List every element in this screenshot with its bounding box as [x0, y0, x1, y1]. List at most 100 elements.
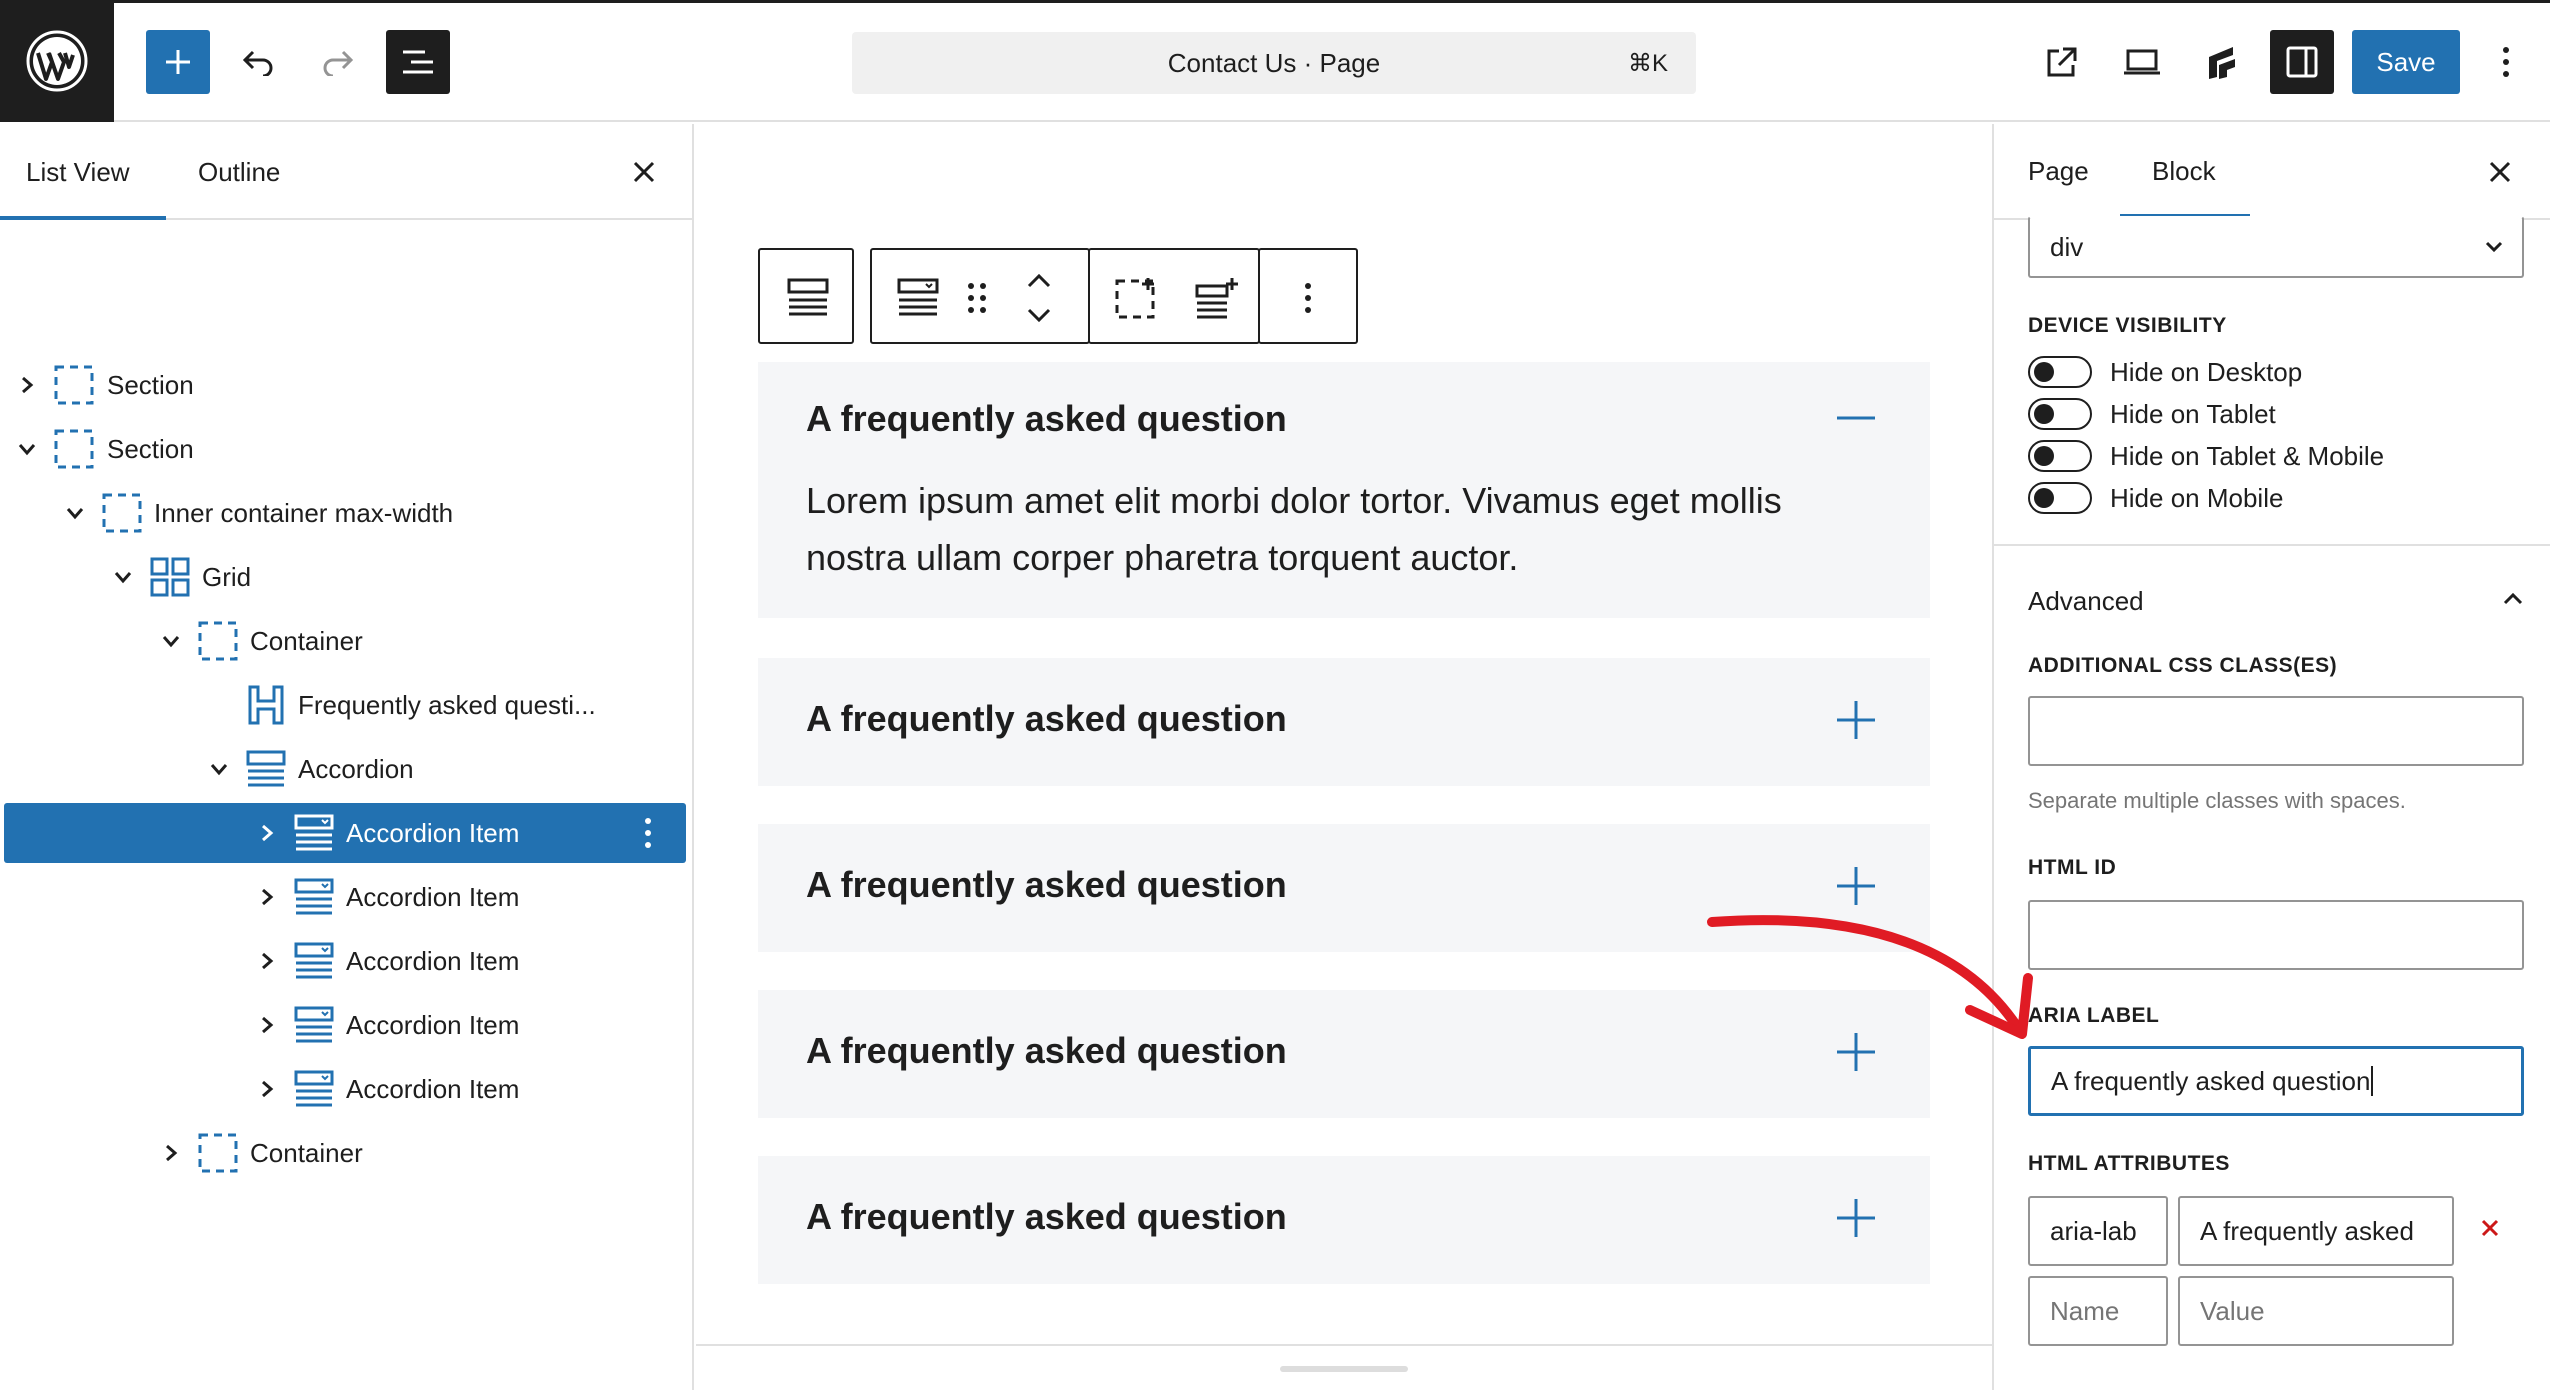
toggle-switch[interactable] [2028, 440, 2092, 472]
wordpress-logo-icon[interactable] [0, 0, 114, 122]
insert-after-icon[interactable] [1194, 276, 1238, 320]
list-item-accordion-item[interactable]: Accordion Item [4, 931, 686, 991]
parent-block-selector[interactable] [758, 248, 854, 344]
attribute-value-input[interactable]: A frequently asked [2178, 1196, 2454, 1266]
chevron-down-icon[interactable] [16, 438, 38, 460]
resize-handle[interactable] [1280, 1366, 1408, 1372]
remove-attribute-button[interactable] [2480, 1218, 2506, 1244]
accordion-item-block-icon[interactable] [896, 276, 940, 320]
list-item-accordion-item-selected[interactable]: Accordion Item [4, 803, 686, 863]
list-item-container[interactable]: Container [4, 1123, 686, 1183]
html-element-select[interactable]: div [2028, 216, 2524, 278]
toggle-hide-desktop[interactable]: Hide on Desktop [2028, 352, 2302, 392]
view-page-button[interactable] [2030, 30, 2094, 94]
toggle-hide-tablet[interactable]: Hide on Tablet [2028, 394, 2276, 434]
section-divider [1994, 544, 2550, 546]
command-palette-bar[interactable]: Contact Us · Page ⌘K [852, 32, 1696, 94]
tab-list-view[interactable]: List View [26, 124, 130, 220]
close-list-view-button[interactable] [622, 150, 666, 194]
accordion-question[interactable]: A frequently asked question [806, 698, 1287, 740]
drag-handle-icon[interactable] [966, 282, 988, 314]
accordion-question[interactable]: A frequently asked question [806, 398, 1287, 440]
add-block-button[interactable] [146, 30, 210, 94]
chevron-right-icon[interactable] [16, 374, 38, 396]
minus-icon[interactable] [1834, 396, 1878, 440]
kebab-menu-icon [1305, 283, 1311, 313]
accordion-item[interactable]: A frequently asked question [758, 1156, 1930, 1284]
html-id-input[interactable] [2028, 900, 2524, 970]
accordion-question[interactable]: A frequently asked question [806, 864, 1287, 906]
save-button[interactable]: Save [2352, 30, 2460, 94]
settings-sidebar-button[interactable] [2270, 30, 2334, 94]
tab-outline[interactable]: Outline [198, 124, 280, 220]
list-item-accordion-item[interactable]: Accordion Item [4, 867, 686, 927]
block-options-button[interactable] [626, 811, 670, 855]
chevron-right-icon[interactable] [256, 822, 278, 844]
list-item-accordion-item[interactable]: Accordion Item [4, 995, 686, 1055]
move-down-icon[interactable] [1026, 302, 1052, 326]
list-item-container[interactable]: Container [4, 611, 686, 671]
accordion-question[interactable]: A frequently asked question [806, 1196, 1287, 1238]
accordion-item[interactable]: A frequently asked question [758, 658, 1930, 786]
document-overview-button[interactable] [386, 30, 450, 94]
plus-icon[interactable] [1834, 1196, 1878, 1240]
plus-icon[interactable] [1834, 698, 1878, 742]
chevron-right-icon[interactable] [256, 950, 278, 972]
toggle-hide-tablet-mobile[interactable]: Hide on Tablet & Mobile [2028, 436, 2384, 476]
toggle-hide-mobile[interactable]: Hide on Mobile [2028, 478, 2283, 518]
new-attribute-name-input[interactable]: Name [2028, 1276, 2168, 1346]
css-class-input[interactable] [2028, 696, 2524, 766]
toggle-switch[interactable] [2028, 356, 2092, 388]
chevron-down-icon[interactable] [208, 758, 230, 780]
chevron-up-icon [2503, 592, 2523, 605]
new-attribute-value-input[interactable]: Value [2178, 1276, 2454, 1346]
plugin-panel-button[interactable] [2190, 30, 2254, 94]
accordion-item-expanded[interactable]: A frequently asked question Lorem ipsum … [758, 362, 1930, 618]
annotation-arrow-icon [1707, 915, 2033, 1039]
block-options-button[interactable] [1258, 248, 1358, 344]
list-item-label: Accordion Item [346, 1073, 520, 1104]
list-item-inner-container[interactable]: Inner container max-width [4, 483, 686, 543]
list-item-accordion[interactable]: Accordion [4, 739, 686, 799]
list-view-panel: List View Outline Section Section Inner … [0, 124, 694, 1390]
toggle-switch[interactable] [2028, 482, 2092, 514]
chevron-right-icon[interactable] [256, 886, 278, 908]
accordion-item-block-icon [292, 875, 336, 919]
undo-button[interactable] [226, 30, 290, 94]
undo-icon [242, 50, 273, 76]
list-item-section[interactable]: Section [4, 355, 686, 415]
list-item-heading[interactable]: Frequently asked questi... [4, 675, 686, 735]
advanced-panel-toggle[interactable]: Advanced [2028, 578, 2524, 622]
advanced-heading: Advanced [2028, 586, 2144, 616]
toggle-switch[interactable] [2028, 398, 2092, 430]
accordion-block-icon [787, 278, 829, 316]
list-item-grid[interactable]: Grid [4, 547, 686, 607]
close-settings-button[interactable] [2478, 150, 2522, 194]
list-item-label: Inner container max-width [154, 497, 454, 528]
accordion-item-block-icon [292, 811, 336, 855]
redo-button[interactable] [306, 30, 370, 94]
accordion-question[interactable]: A frequently asked question [806, 1030, 1287, 1072]
chevron-down-icon[interactable] [64, 502, 86, 524]
container-block-icon [196, 619, 240, 663]
chevron-right-icon[interactable] [160, 1142, 182, 1164]
list-item-section[interactable]: Section [4, 419, 686, 479]
options-menu-button[interactable] [2478, 30, 2534, 94]
chevron-right-icon[interactable] [256, 1014, 278, 1036]
attribute-name-input[interactable]: aria-lab [2028, 1196, 2168, 1266]
move-up-icon[interactable] [1026, 270, 1052, 294]
chevron-down-icon[interactable] [160, 630, 182, 652]
chevron-right-icon[interactable] [256, 1078, 278, 1100]
aria-label-input[interactable]: A frequently asked question [2028, 1046, 2524, 1116]
list-item-accordion-item[interactable]: Accordion Item [4, 1059, 686, 1119]
grid-block-icon [148, 555, 192, 599]
chevron-down-icon[interactable] [112, 566, 134, 588]
block-mover-group [870, 248, 1090, 344]
tab-block[interactable]: Block [2152, 124, 2216, 218]
aria-label-label: ARIA LABEL [2028, 1004, 2160, 1027]
tab-page[interactable]: Page [2028, 124, 2089, 218]
device-preview-button[interactable] [2110, 30, 2174, 94]
html-id-label: HTML ID [2028, 856, 2117, 879]
insert-before-icon[interactable] [1114, 276, 1158, 320]
toggle-label: Hide on Desktop [2110, 356, 2303, 387]
